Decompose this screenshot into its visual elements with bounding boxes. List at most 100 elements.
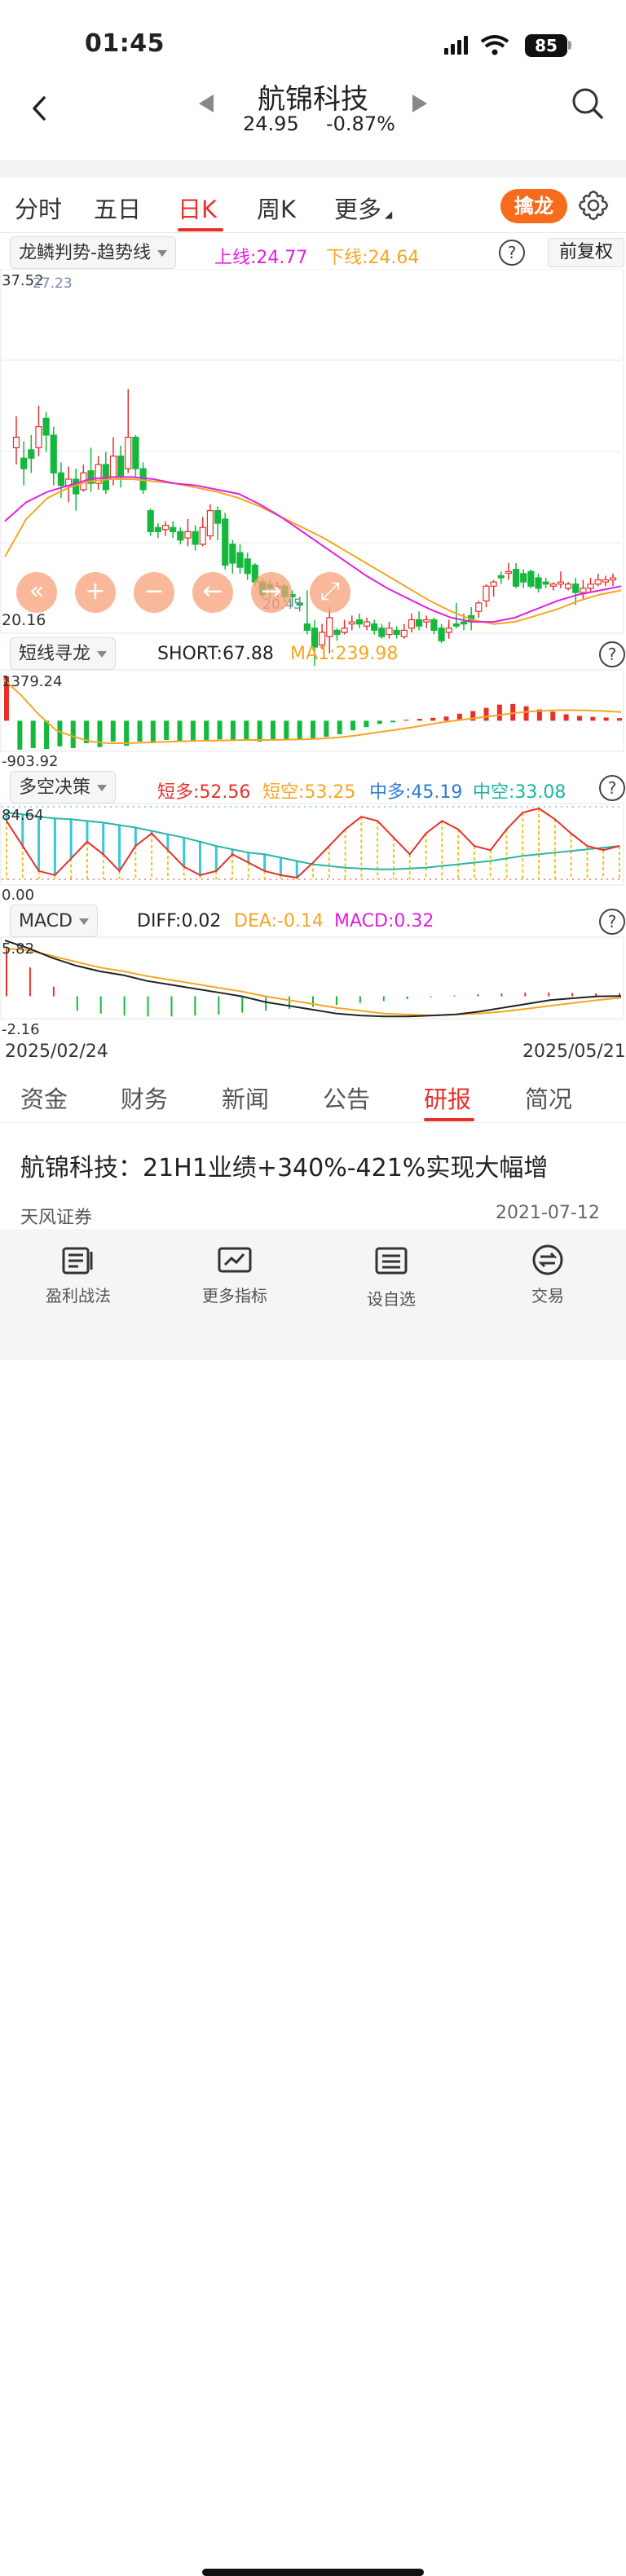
short-bar: [430, 717, 436, 721]
help-icon[interactable]: ?: [599, 641, 625, 667]
short-bar: [204, 720, 209, 741]
zoom-in-button[interactable]: +: [75, 572, 116, 613]
short-bar: [324, 720, 329, 738]
diff-value: DIFF:0.02: [137, 911, 222, 931]
status-bar: 01:45 85: [0, 0, 626, 73]
macd-top-label: 5.82: [2, 940, 35, 958]
tab-research[interactable]: 研报: [424, 1081, 471, 1115]
short-bar: [364, 720, 369, 728]
tab-profile[interactable]: 简况: [525, 1081, 572, 1115]
qinlong-button[interactable]: 擒龙: [500, 189, 567, 223]
add-watchlist-button[interactable]: 设自选: [313, 1229, 470, 1327]
trade-button[interactable]: 交易: [470, 1229, 626, 1327]
scroll-left-button[interactable]: ←: [192, 572, 233, 613]
tab-five-day[interactable]: 五日: [94, 191, 141, 225]
candle-body: [132, 436, 139, 469]
short-bar: [576, 716, 582, 721]
candle-body: [378, 627, 386, 637]
active-tab-underline: [424, 1118, 474, 1121]
candle-body: [244, 558, 251, 575]
more-indicators-button[interactable]: 更多指标: [156, 1229, 313, 1327]
candle-body: [222, 518, 229, 566]
short-bar: [17, 720, 23, 750]
strategy-icon: [62, 1247, 93, 1275]
candle-body: [535, 577, 542, 589]
short-short-value: 短空:53.25: [262, 782, 356, 803]
candle-body: [438, 627, 445, 641]
trade-label: 交易: [531, 1286, 564, 1306]
candle-body: [393, 629, 400, 636]
report-source: 天风证券: [20, 1208, 93, 1228]
candle-body: [594, 579, 602, 585]
tab-funds[interactable]: 资金: [20, 1081, 68, 1115]
candle-body: [602, 579, 609, 583]
gear-icon[interactable]: [577, 189, 610, 222]
tab-more[interactable]: 更多 ◢: [334, 191, 392, 225]
candle-body: [572, 583, 580, 593]
candle-body: [229, 544, 236, 564]
short-bottom-label: -903.92: [2, 753, 59, 770]
help-icon[interactable]: ?: [599, 909, 625, 935]
lower-line-value: 下线:24.64: [326, 248, 420, 268]
previous-stock-icon[interactable]: [196, 91, 217, 116]
short-bar: [44, 720, 50, 750]
candle-body: [192, 531, 199, 545]
help-icon[interactable]: ?: [499, 240, 525, 266]
strategy-button[interactable]: 盈利战法: [0, 1229, 156, 1327]
chart-icon: [218, 1247, 252, 1273]
candle-body: [505, 570, 513, 574]
fullscreen-button[interactable]: ⤢: [310, 572, 350, 613]
forward-adjust-button[interactable]: 前复权: [548, 238, 624, 267]
short-bar: [590, 716, 596, 721]
watchlist-icon: [375, 1247, 408, 1275]
candle-body: [326, 617, 333, 637]
signal-wifi-icon: [444, 35, 509, 55]
short-bar: [30, 720, 36, 748]
tab-intraday[interactable]: 分时: [15, 191, 62, 225]
short-bar: [496, 704, 502, 721]
candle-body: [483, 585, 490, 601]
tab-finance[interactable]: 财务: [121, 1081, 168, 1115]
tab-announcements[interactable]: 公告: [323, 1081, 370, 1115]
tab-daily-k[interactable]: 日K: [178, 191, 217, 225]
candle-body: [161, 525, 170, 531]
candle-body: [12, 436, 20, 448]
short-bar: [377, 720, 382, 724]
short-bar: [443, 716, 449, 721]
short-bar: [57, 720, 63, 746]
trade-icon: [532, 1244, 563, 1275]
candle-body: [386, 627, 393, 636]
tab-news[interactable]: 新闻: [222, 1081, 269, 1115]
next-stock-icon[interactable]: [409, 91, 430, 116]
report-title[interactable]: 航锦科技：21H1业绩+340%-421%实现大幅增: [20, 1147, 548, 1183]
trend-indicator-select[interactable]: 龙鳞判势-趋势线: [10, 236, 176, 269]
main-min-label: 20.16: [2, 611, 46, 629]
short-bar: [150, 720, 156, 743]
candle-body: [125, 436, 132, 469]
candle-body: [452, 623, 460, 627]
start-date: 2025/02/24: [5, 1041, 108, 1062]
short-dragon-select[interactable]: 短线寻龙: [10, 637, 117, 670]
scroll-right-button[interactable]: →: [251, 572, 292, 613]
candle-body: [564, 583, 572, 589]
end-date: 2025/05/21: [522, 1041, 626, 1062]
short-dragon-name: 短线寻龙: [19, 644, 91, 664]
scroll-to-start-button[interactable]: «: [16, 572, 57, 613]
short-bar: [563, 714, 569, 721]
candle-body: [20, 457, 28, 469]
macd-select[interactable]: MACD: [10, 905, 98, 937]
tab-weekly-k[interactable]: 周K: [257, 191, 296, 225]
search-icon[interactable]: [571, 86, 605, 121]
candle-body: [303, 623, 311, 631]
battery-tip: [568, 41, 571, 50]
caret-down-icon: [97, 651, 108, 658]
candle-body: [363, 621, 371, 627]
help-icon[interactable]: ?: [599, 775, 625, 801]
long-short-select[interactable]: 多空决策: [10, 771, 117, 804]
zoom-out-button[interactable]: −: [134, 572, 174, 613]
dk-short-line: [6, 807, 620, 879]
short-bar: [617, 718, 622, 721]
short-bar: [483, 707, 489, 721]
short-bar: [70, 720, 76, 748]
dk-top-label: 84.64: [2, 807, 44, 824]
